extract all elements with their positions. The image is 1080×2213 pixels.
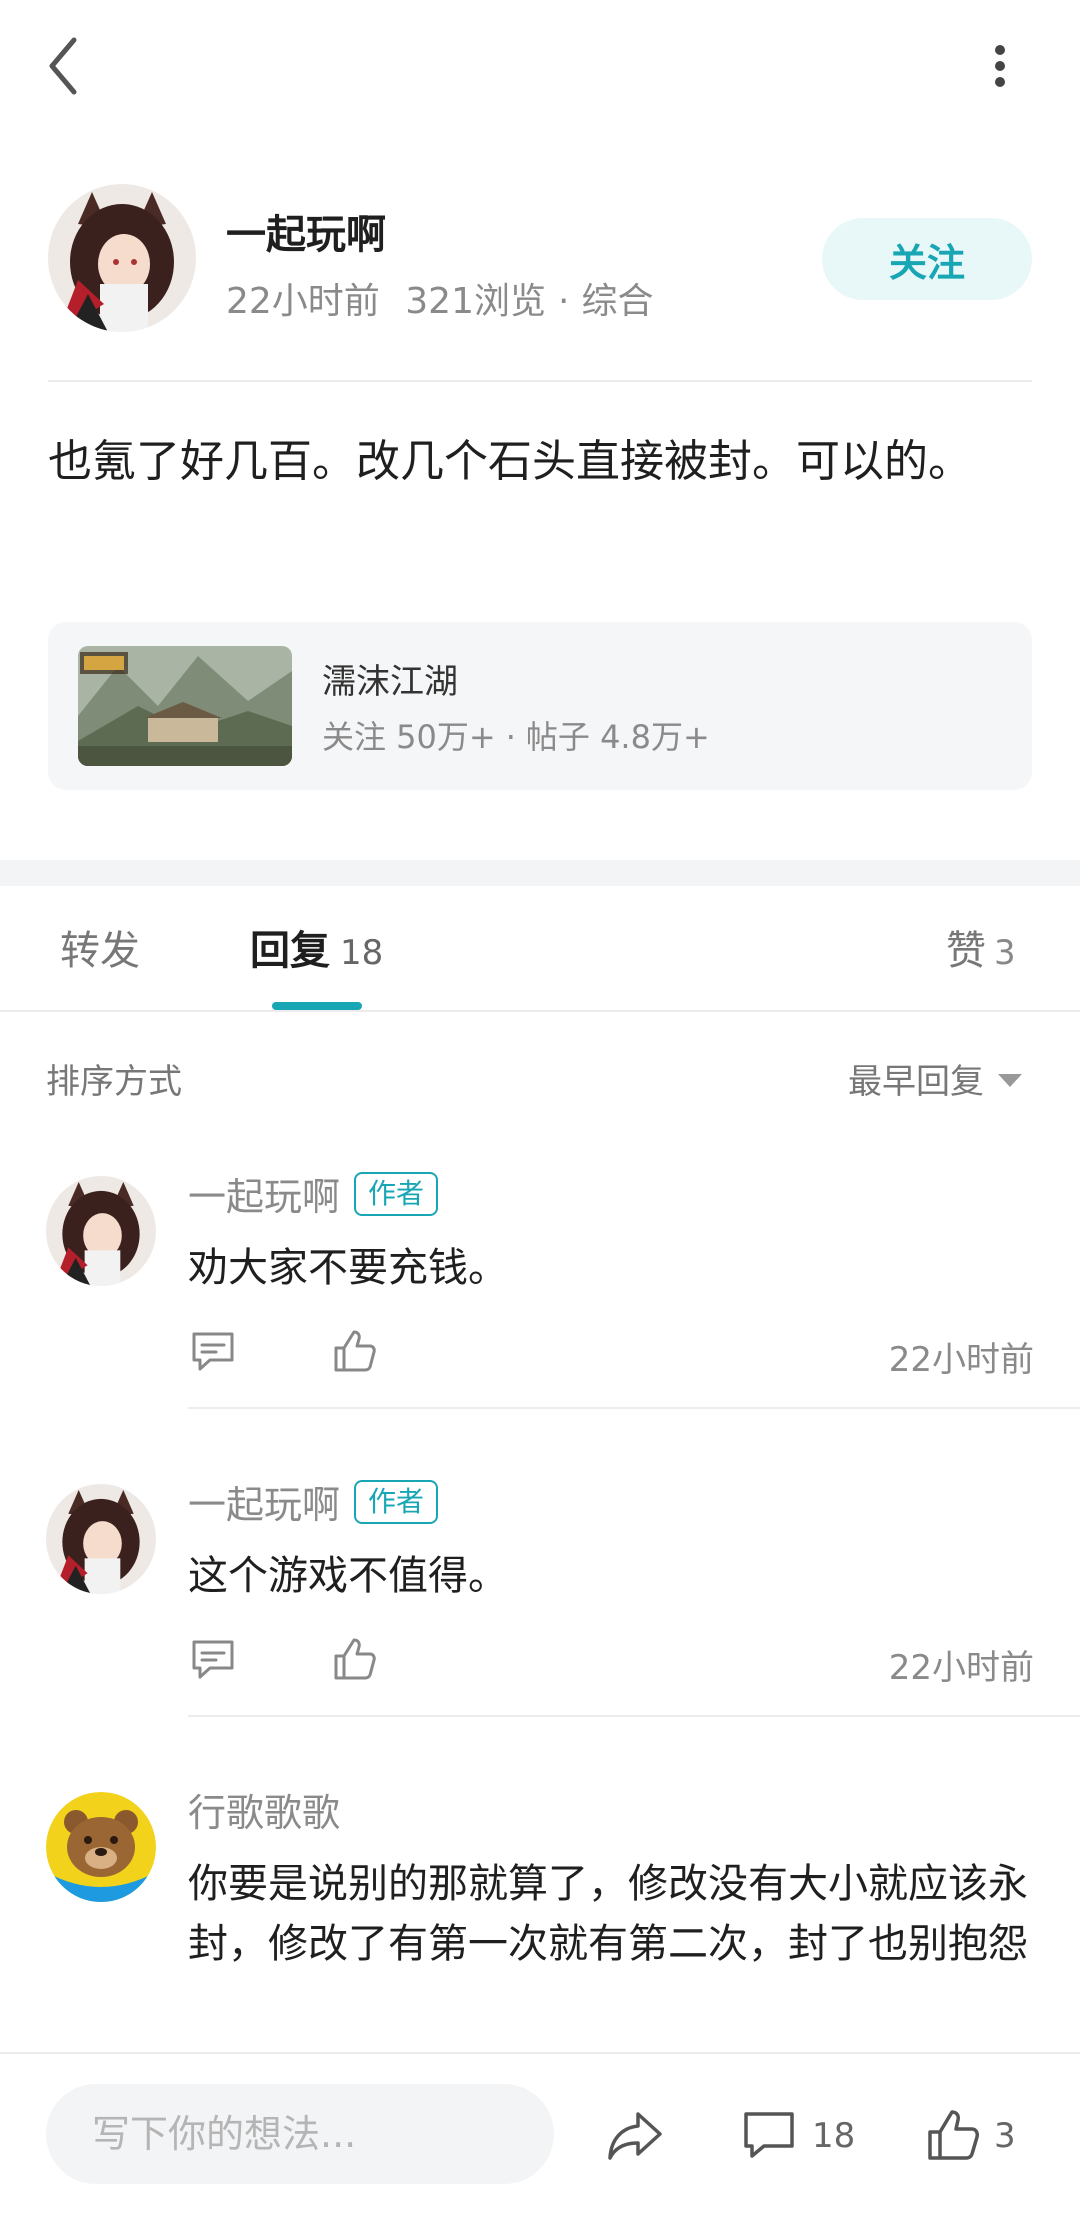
like-post-button[interactable] [922, 2104, 984, 2166]
comment-time: 22小时前 [888, 1340, 1034, 1380]
comment-text: 你要是说别的那就算了，修改没有大小就应该永封，修改了有第一次就有第二次，封了也别… [188, 1861, 1028, 1967]
tab-repost-label: 转发 [60, 928, 140, 974]
sort-selected: 最早回复 [848, 1062, 984, 1102]
like-button[interactable] [330, 1326, 380, 1376]
tab-reply-count: 18 [340, 933, 384, 973]
sort-label: 排序方式 [46, 1062, 182, 1102]
follow-button[interactable]: 关注 [822, 218, 1032, 300]
section-separator [0, 860, 1080, 886]
likes-count: 3 [994, 2116, 1016, 2156]
bottom-divider [0, 2052, 1080, 2054]
share-icon [608, 2112, 662, 2160]
comment-icon [192, 1640, 234, 1679]
tab-reply-label: 回复 [250, 928, 330, 974]
comment-author-row: 一起玩啊 作者 [188, 1166, 439, 1221]
thumbs-up-icon [334, 1330, 376, 1372]
comment-icon [744, 2112, 794, 2158]
game-stats-separator: · [505, 718, 516, 756]
divider [48, 380, 1032, 382]
reply-button[interactable] [188, 1634, 238, 1684]
comment-author[interactable]: 行歌歌歌 [188, 1782, 340, 1837]
post-content: 也氪了好几百。改几个石头直接被封。可以的。 [48, 436, 972, 487]
tab-active-indicator [272, 1002, 362, 1010]
tab-divider [0, 1010, 1080, 1012]
comment-time: 22小时前 [888, 1648, 1034, 1688]
game-thumbnail [78, 646, 292, 766]
comment-author-row: 行歌歌歌 [188, 1782, 340, 1837]
game-title: 濡沫江湖 [322, 662, 458, 702]
author-name[interactable]: 一起玩啊 [226, 202, 386, 260]
reply-button[interactable] [188, 1326, 238, 1376]
comment-divider [188, 1407, 1080, 1409]
share-button[interactable] [604, 2104, 666, 2166]
more-vertical-icon [995, 45, 1005, 87]
author-avatar[interactable] [48, 184, 196, 332]
comments-button[interactable] [738, 2104, 800, 2166]
back-button[interactable] [38, 30, 94, 102]
tab-reply[interactable]: 回复 18 [250, 918, 383, 976]
comment-avatar[interactable] [46, 1176, 156, 1286]
tab-like-label: 赞 [946, 928, 986, 974]
post-time: 22小时前 [226, 281, 380, 322]
chevron-left-icon [49, 37, 77, 95]
comment-avatar[interactable] [46, 1484, 156, 1594]
game-stats: 关注 50万+ · 帖子 4.8万+ [322, 712, 710, 758]
comments-count: 18 [812, 2116, 856, 2156]
caret-down-icon [998, 1074, 1022, 1087]
comment-author[interactable]: 一起玩啊 [188, 1474, 340, 1529]
game-followers: 关注 50万+ [322, 718, 496, 756]
more-options-button[interactable] [970, 36, 1030, 96]
like-button[interactable] [330, 1634, 380, 1684]
comment-text: 劝大家不要充钱。 [188, 1245, 508, 1291]
thumbs-up-icon [334, 1638, 376, 1680]
comment-author-row: 一起玩啊 作者 [188, 1474, 439, 1529]
comment-input[interactable] [46, 2084, 554, 2184]
meta-separator: · [557, 281, 570, 322]
sort-dropdown[interactable]: 最早回复 [848, 1054, 1022, 1103]
comment-author[interactable]: 一起玩啊 [188, 1166, 340, 1221]
comment-text: 这个游戏不值得。 [188, 1553, 508, 1599]
post-category[interactable]: 综合 [581, 281, 653, 322]
comment-icon [192, 1332, 234, 1371]
comment-avatar[interactable] [46, 1792, 156, 1902]
tab-like-count: 3 [994, 933, 1016, 973]
tab-repost[interactable]: 转发 [60, 918, 140, 976]
comment-divider [188, 1715, 1080, 1717]
game-posts: 帖子 4.8万+ [525, 718, 710, 756]
author-badge: 作者 [354, 1171, 439, 1216]
author-badge: 作者 [354, 1479, 439, 1524]
thumbs-up-icon [928, 2110, 979, 2160]
tab-like[interactable]: 赞3 [946, 918, 1016, 976]
post-meta: 22小时前 321浏览 · 综合 [226, 272, 653, 324]
post-views: 321浏览 [405, 281, 546, 322]
